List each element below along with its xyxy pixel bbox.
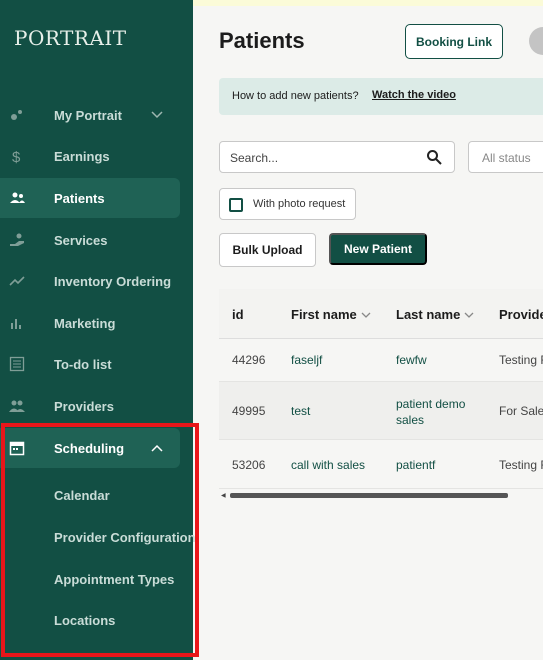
table-row[interactable]: 49995 test patient demo sales For Sales (219, 382, 543, 440)
search-icon[interactable] (426, 149, 442, 165)
dollar-icon: $ (12, 149, 21, 164)
cell-provider: For Sales (499, 404, 543, 418)
sidebar-item-label: Providers (54, 398, 114, 414)
sidebar-item-services[interactable]: Services (0, 220, 180, 260)
sidebar-item-label: To-do list (54, 356, 112, 372)
photo-request-filter[interactable]: With photo request (219, 188, 356, 220)
help-banner: How to add new patients? Watch the video (219, 78, 543, 115)
cell-first-name[interactable]: test (291, 404, 310, 418)
cell-last-name[interactable]: fewfw (396, 353, 427, 367)
bar-chart-icon (11, 319, 21, 329)
sidebar-item-label: Earnings (54, 148, 110, 164)
list-icon (9, 356, 25, 372)
sidebar-item-label: Marketing (54, 315, 116, 331)
people-icon (9, 400, 25, 412)
sidebar-item-label: Inventory Ordering (54, 273, 172, 289)
calendar-icon (9, 441, 25, 456)
sidebar-item-marketing[interactable]: Marketing (0, 303, 180, 343)
status-placeholder: All status (482, 151, 531, 165)
cell-first-name[interactable]: faseljf (291, 353, 322, 367)
users-icon (10, 192, 25, 203)
bulk-upload-button[interactable]: Bulk Upload (219, 233, 316, 267)
column-header-last-name[interactable]: Last name (396, 307, 474, 322)
cell-last-name[interactable]: patientf (396, 458, 435, 472)
sidebar-subitem-calendar[interactable]: Calendar (54, 488, 110, 503)
sidebar-item-providers[interactable]: Providers (0, 386, 180, 426)
status-select[interactable]: All status (468, 141, 543, 173)
hand-icon (10, 233, 24, 246)
sidebar-item-label: Scheduling (54, 440, 125, 456)
sidebar-subitem-locations[interactable]: Locations (54, 613, 115, 628)
chevron-up-icon (151, 444, 163, 452)
table-row[interactable]: 44296 faseljf fewfw Testing F (219, 339, 543, 382)
dots-icon (11, 110, 22, 120)
sidebar-item-todo[interactable]: To-do list (0, 344, 180, 384)
sidebar-item-scheduling[interactable]: Scheduling (0, 428, 180, 468)
column-header-provider[interactable]: Provide (499, 307, 543, 322)
cell-id: 49995 (232, 404, 266, 418)
search-input[interactable]: Search... (219, 141, 455, 173)
horizontal-scrollbar[interactable]: ◀ (219, 492, 519, 499)
table-row[interactable]: 53206 call with sales patientf Testing F (219, 440, 543, 489)
column-header-id[interactable]: id (232, 307, 244, 322)
sidebar-item-label: Services (54, 232, 108, 248)
new-patient-button[interactable]: New Patient (329, 233, 427, 265)
search-placeholder: Search... (230, 151, 279, 165)
cell-last-name[interactable]: patient demo sales (396, 396, 476, 428)
sidebar-item-my-portrait[interactable]: My Portrait (0, 95, 180, 135)
booking-link-button[interactable]: Booking Link (405, 24, 503, 59)
sort-chevron-icon (464, 312, 474, 318)
photo-request-checkbox[interactable] (229, 198, 243, 212)
cell-id: 44296 (232, 353, 266, 367)
banner-question: How to add new patients? (232, 90, 359, 102)
avatar[interactable] (529, 27, 543, 55)
logo[interactable]: PORTRAIT (14, 26, 127, 50)
main-content: Patients Booking Link How to add new pat… (193, 6, 543, 660)
watch-video-link[interactable]: Watch the video (372, 89, 456, 101)
scrollbar-thumb[interactable] (230, 493, 508, 498)
sidebar-item-earnings[interactable]: $ Earnings (0, 136, 180, 176)
column-header-first-name[interactable]: First name (291, 307, 371, 322)
sidebar-item-label: Patients (54, 190, 105, 206)
sidebar: PORTRAIT My Portrait $ Earnings Patients… (0, 0, 199, 660)
svg-text:$: $ (12, 149, 21, 164)
table-header: id First name Last name Provide (219, 289, 543, 339)
chevron-down-icon (151, 111, 163, 119)
sort-chevron-icon (361, 312, 371, 318)
trend-icon (9, 276, 25, 286)
sidebar-item-inventory[interactable]: Inventory Ordering (0, 261, 180, 301)
cell-provider: Testing F (499, 458, 543, 472)
cell-id: 53206 (232, 458, 266, 472)
sidebar-item-patients[interactable]: Patients (0, 178, 180, 218)
cell-provider: Testing F (499, 353, 543, 367)
sidebar-item-label: My Portrait (54, 107, 122, 123)
sidebar-subitem-provider-configuration[interactable]: Provider Configuration (54, 530, 196, 545)
sidebar-subitem-appointment-types[interactable]: Appointment Types (54, 572, 174, 587)
page-title: Patients (219, 28, 305, 53)
photo-request-label: With photo request (253, 198, 346, 210)
scroll-left-icon[interactable]: ◀ (221, 492, 226, 499)
cell-first-name[interactable]: call with sales (291, 458, 365, 472)
